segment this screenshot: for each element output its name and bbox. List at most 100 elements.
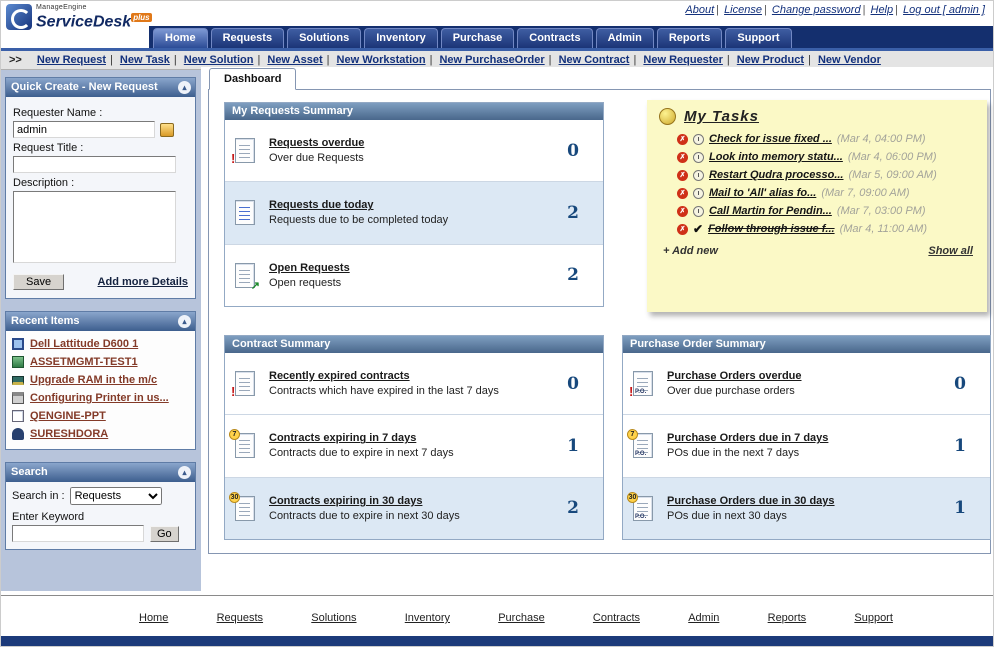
footer-purchase-link[interactable]: Purchase [498,612,544,624]
bottom-bar [1,636,993,646]
tab-admin[interactable]: Admin [595,28,654,48]
task-item: ✗ Mail to 'All' alias fo... (Mar 7, 09:0… [677,187,977,199]
my-tasks-note: My Tasks ✗ Check for issue fixed ... (Ma… [647,100,987,312]
request-title-input[interactable] [13,156,176,173]
delete-task-icon[interactable]: ✗ [677,133,688,145]
task-link[interactable]: Check for issue fixed ... [709,133,832,145]
license-link[interactable]: License [724,4,762,16]
footer-reports-link[interactable]: Reports [768,612,807,624]
footer-solutions-link[interactable]: Solutions [311,612,356,624]
tab-inventory[interactable]: Inventory [364,28,438,48]
row-description: Over due Requests [269,152,364,165]
requests-overdue-link[interactable]: Requests overdue [269,137,364,149]
tab-home[interactable]: Home [153,28,208,48]
expired-contracts-link[interactable]: Recently expired contracts [269,370,410,382]
recent-items-title: Recent Items [11,315,80,327]
new-purchaseorder-link[interactable]: New PurchaseOrder [439,54,544,66]
footer-support-link[interactable]: Support [854,612,893,624]
search-in-select[interactable]: Requests [69,487,162,505]
po-due-7days-link[interactable]: Purchase Orders due in 7 days [667,432,828,444]
new-solution-link[interactable]: New Solution [184,54,254,66]
alert-badge: ! [231,384,236,400]
panel-title: My Requests Summary [225,103,603,120]
new-request-link[interactable]: New Request [37,54,106,66]
new-asset-link[interactable]: New Asset [267,54,322,66]
separator: | [862,4,866,16]
tab-solutions[interactable]: Solutions [287,28,362,48]
separator: | [257,54,261,66]
tab-requests[interactable]: Requests [210,28,285,48]
po-overdue-link[interactable]: Purchase Orders overdue [667,370,802,382]
open-requests-link[interactable]: Open Requests [269,262,350,274]
keyword-input[interactable] [12,525,144,542]
contracts-expiring-30days-link[interactable]: Contracts expiring in 30 days [269,495,422,507]
footer-requests-link[interactable]: Requests [217,612,263,624]
delete-task-icon[interactable]: ✗ [677,151,688,163]
task-link[interactable]: Mail to 'All' alias fo... [709,187,816,199]
logout-link[interactable]: Log out [ admin ] [903,4,985,16]
requester-lookup-icon[interactable] [160,122,174,137]
tab-purchase[interactable]: Purchase [440,28,515,48]
search-in-label: Search in : [12,490,65,502]
recent-item-link[interactable]: SURESHDORA [30,428,108,440]
task-link[interactable]: Follow through issue f... [708,223,835,235]
collapse-icon[interactable]: ▴ [178,315,191,328]
new-product-link[interactable]: New Product [737,54,804,66]
table-row: P.O. 30 Purchase Orders due in 30 days PO… [623,477,990,539]
manageengine-logo: ManageEngine ServiceDesk plus [6,4,152,30]
go-button[interactable]: Go [150,526,179,542]
save-button[interactable]: Save [13,274,65,290]
add-new-task-link[interactable]: + Add new [663,245,718,257]
count-value: 2 [567,265,579,286]
po-due-30days-link[interactable]: Purchase Orders due in 30 days [667,495,835,507]
footer-home-link[interactable]: Home [139,612,168,624]
requester-name-input[interactable] [13,121,155,138]
search-title: Search [11,466,48,478]
add-more-details-link[interactable]: Add more Details [98,276,188,288]
requests-due-today-link[interactable]: Requests due today [269,199,374,211]
new-workstation-link[interactable]: New Workstation [337,54,426,66]
about-link[interactable]: About [685,4,714,16]
delete-task-icon[interactable]: ✗ [677,187,688,199]
tab-support[interactable]: Support [725,28,792,48]
new-requester-link[interactable]: New Requester [643,54,722,66]
task-item: ✗ Check for issue fixed ... (Mar 4, 04:0… [677,133,977,145]
change-password-link[interactable]: Change password [772,4,861,16]
recent-items-list: Dell Lattitude D600 1 ASSETMGMT-TEST1 Up… [6,331,195,449]
tab-dashboard[interactable]: Dashboard [209,68,297,90]
task-link[interactable]: Look into memory statu... [709,151,843,163]
recent-item-link[interactable]: Configuring Printer in us... [30,392,169,404]
smiley-icon [659,108,676,125]
task-link[interactable]: Call Martin for Pendin... [709,205,832,217]
collapse-icon[interactable]: ▴ [178,466,191,479]
collapse-icon[interactable]: ▴ [178,81,191,94]
count-value: 1 [567,435,579,456]
new-task-link[interactable]: New Task [120,54,170,66]
count-value: 2 [567,498,579,519]
row-description: Open requests [269,276,342,289]
recent-item-link[interactable]: ASSETMGMT-TEST1 [30,356,138,368]
recent-item-link[interactable]: QENGINE-PPT [30,410,106,422]
request-overdue-icon: ! [231,138,255,166]
tab-reports[interactable]: Reports [656,28,723,48]
footer-inventory-link[interactable]: Inventory [405,612,450,624]
new-vendor-link[interactable]: New Vendor [818,54,881,66]
tab-contracts[interactable]: Contracts [517,28,593,48]
delete-task-icon[interactable]: ✗ [677,169,688,181]
footer-links: Home Requests Solutions Inventory Purcha… [1,612,993,624]
quick-create-title: Quick Create - New Request [11,81,158,93]
delete-task-icon[interactable]: ✗ [677,205,688,217]
recent-item-link[interactable]: Dell Lattitude D600 1 [30,338,138,350]
delete-task-icon[interactable]: ✗ [677,223,688,235]
footer-admin-link[interactable]: Admin [688,612,719,624]
new-contract-link[interactable]: New Contract [559,54,630,66]
show-all-tasks-link[interactable]: Show all [928,245,973,257]
help-link[interactable]: Help [871,4,894,16]
po-label: P.O. [635,451,647,458]
recent-item-link[interactable]: Upgrade RAM in the m/c [30,374,157,386]
tabs: Home Requests Solutions Inventory Purcha… [149,26,993,48]
task-link[interactable]: Restart Qudra processo... [709,169,844,181]
footer-contracts-link[interactable]: Contracts [593,612,640,624]
contracts-expiring-7days-link[interactable]: Contracts expiring in 7 days [269,432,416,444]
description-textarea[interactable] [13,191,176,263]
